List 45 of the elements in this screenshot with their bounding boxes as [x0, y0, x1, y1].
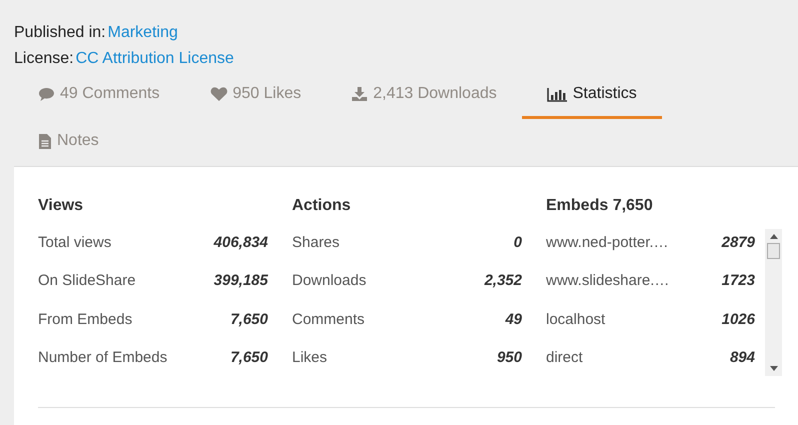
stat-label: www.ned-potter.… [546, 234, 669, 251]
column-title: Views [38, 196, 84, 216]
stat-label: Shares [292, 234, 340, 251]
stat-value: 1723 [722, 272, 755, 290]
tab[interactable]: Statistics [522, 72, 662, 119]
stat-label: From Embeds [38, 310, 132, 328]
scroll-up-icon[interactable] [770, 234, 778, 239]
stat-value: 406,834 [214, 234, 268, 251]
stat-value: 894 [730, 349, 755, 366]
tab[interactable]: 2,413 Downloads [326, 72, 522, 119]
tab[interactable]: Notes [13, 119, 124, 166]
stat-value: 49 [505, 310, 522, 328]
meta-link[interactable]: CC Attribution License [76, 50, 234, 67]
stat-label: localhost [546, 310, 606, 328]
stat-value: 2,352 [484, 272, 522, 290]
stat-label: Likes [292, 349, 328, 366]
stat-label: Number of Embeds [38, 349, 168, 366]
meta-link[interactable]: Marketing [108, 24, 178, 41]
document-icon [38, 132, 52, 150]
column-title: Embeds 7,650 [546, 196, 654, 216]
download-icon [351, 86, 368, 102]
meta-label: Published in: [14, 24, 106, 41]
stat-value: 0 [514, 234, 522, 251]
stat-value: 399,185 [214, 272, 268, 290]
tab[interactable]: 49 Comments [13, 72, 185, 119]
stat-value: 2879 [722, 234, 755, 251]
stat-value: 7,650 [230, 310, 268, 328]
stat-label: Downloads [292, 272, 366, 290]
bar-chart-icon [546, 86, 568, 102]
stat-label: www.slideshare.… [546, 272, 670, 290]
meta-label: License: [14, 50, 74, 67]
scroll-thumb[interactable] [767, 243, 780, 259]
column-title: Actions [292, 196, 352, 216]
stat-value: 7,650 [230, 349, 268, 366]
stat-label: direct [546, 349, 583, 366]
scroll-down-icon[interactable] [770, 366, 778, 371]
stat-label: Total views [38, 234, 112, 251]
stat-label: On SlideShare [38, 272, 136, 290]
stat-value: 950 [496, 349, 522, 366]
scrollbar[interactable] [765, 229, 782, 376]
heart-icon [210, 86, 228, 102]
speech-bubble-icon [38, 86, 55, 102]
stat-label: Comments [292, 310, 365, 328]
tab[interactable]: 950 Likes [184, 72, 326, 119]
stat-value: 1026 [722, 310, 755, 328]
